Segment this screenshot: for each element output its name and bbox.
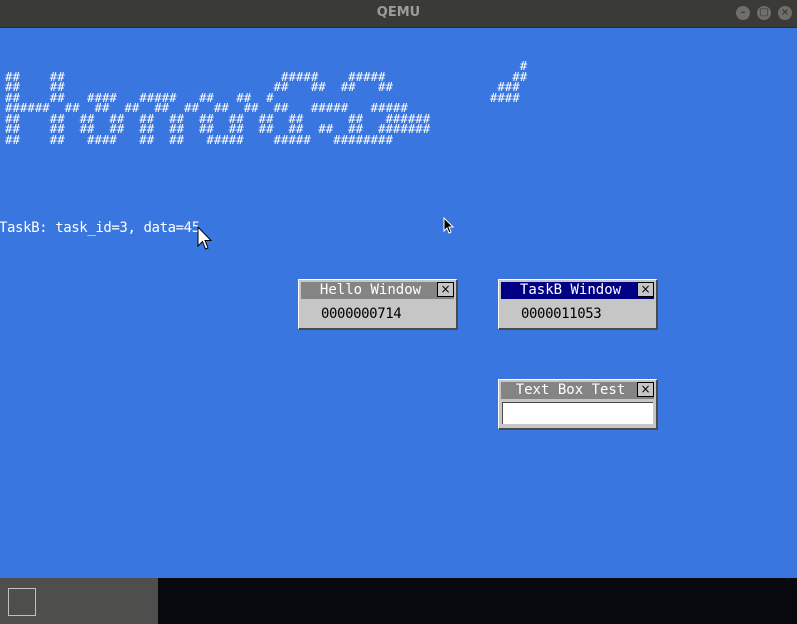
close-button[interactable]: ×: [778, 6, 792, 20]
hello-window-close-button[interactable]: ×: [437, 282, 454, 297]
taskbar-start-area: [0, 578, 158, 624]
os-desktop[interactable]: # ## ## ##### ##### ## ## ## ## ## ## ##…: [0, 28, 797, 578]
close-icon: ×: [780, 7, 790, 18]
hello-window[interactable]: Hello Window × 0000000714: [298, 279, 458, 330]
os-logo-ascii: # ## ## ##### ##### ## ## ## ## ## ## ##…: [5, 58, 528, 147]
start-button[interactable]: [8, 588, 36, 616]
textbox-window-title[interactable]: Text Box Test: [501, 382, 654, 399]
task-status-text: TaskB: task_id=3, data=45: [0, 220, 200, 236]
textbox-window[interactable]: Text Box Test ×: [498, 379, 658, 430]
hello-window-title[interactable]: Hello Window: [301, 282, 454, 299]
mouse-cursor-icon: [197, 226, 213, 250]
minimize-icon: –: [740, 7, 746, 18]
taskbar: [0, 578, 797, 624]
minimize-button[interactable]: –: [736, 6, 750, 20]
maximize-button[interactable]: □: [757, 6, 771, 20]
taskb-window-title[interactable]: TaskB Window: [501, 282, 654, 299]
taskb-window[interactable]: TaskB Window × 0000011053: [498, 279, 658, 330]
host-cursor-icon: [443, 217, 455, 234]
window-title: QEMU: [376, 5, 421, 20]
hello-window-counter: 0000000714: [321, 306, 402, 322]
maximize-icon: □: [759, 7, 769, 18]
taskb-window-counter: 0000011053: [521, 306, 602, 322]
qemu-titlebar[interactable]: QEMU – □ ×: [0, 0, 797, 28]
textbox-window-close-button[interactable]: ×: [637, 382, 654, 397]
taskb-window-close-button[interactable]: ×: [637, 282, 654, 297]
text-input-box[interactable]: [502, 402, 653, 424]
